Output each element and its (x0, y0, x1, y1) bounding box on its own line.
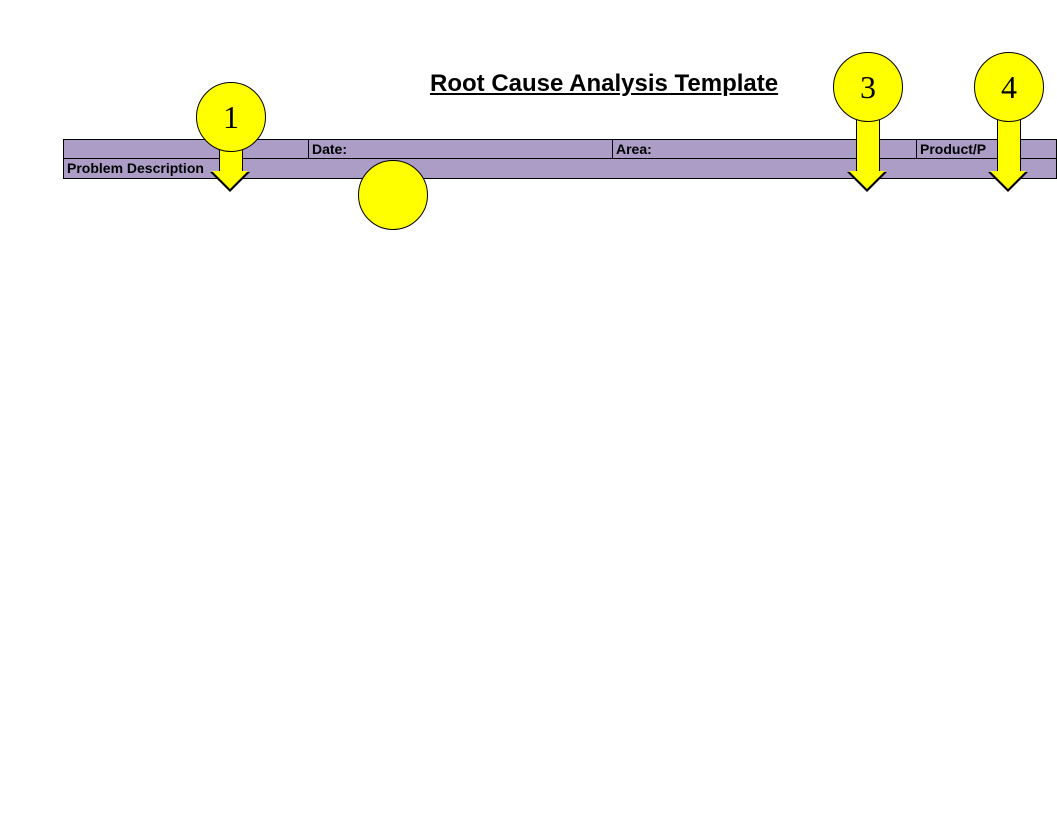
callout-arrow-head (990, 171, 1026, 189)
product-label: Product/P (920, 141, 986, 157)
callout-1: 1 (196, 82, 266, 152)
callout-arrow-stem (997, 118, 1021, 174)
callout-3: 3 (833, 52, 903, 122)
callout-1-number: 1 (223, 99, 239, 136)
problem-description-label: Problem Description (67, 160, 204, 176)
callout-4: 4 (974, 52, 1044, 122)
cell-separator (308, 140, 309, 158)
callout-3-number: 3 (860, 69, 876, 106)
callout-arrow-head (849, 171, 885, 189)
callout-partial (358, 160, 428, 230)
area-label: Area: (616, 141, 652, 157)
callout-4-number: 4 (1001, 69, 1017, 106)
cell-separator (612, 140, 613, 158)
cell-separator (916, 140, 917, 158)
callout-arrow-stem (856, 118, 880, 174)
page-title: Root Cause Analysis Template (430, 70, 778, 98)
callout-arrow-head (212, 171, 248, 189)
date-label: Date: (312, 141, 347, 157)
page: Root Cause Analysis Template Date: Area:… (0, 0, 1057, 817)
